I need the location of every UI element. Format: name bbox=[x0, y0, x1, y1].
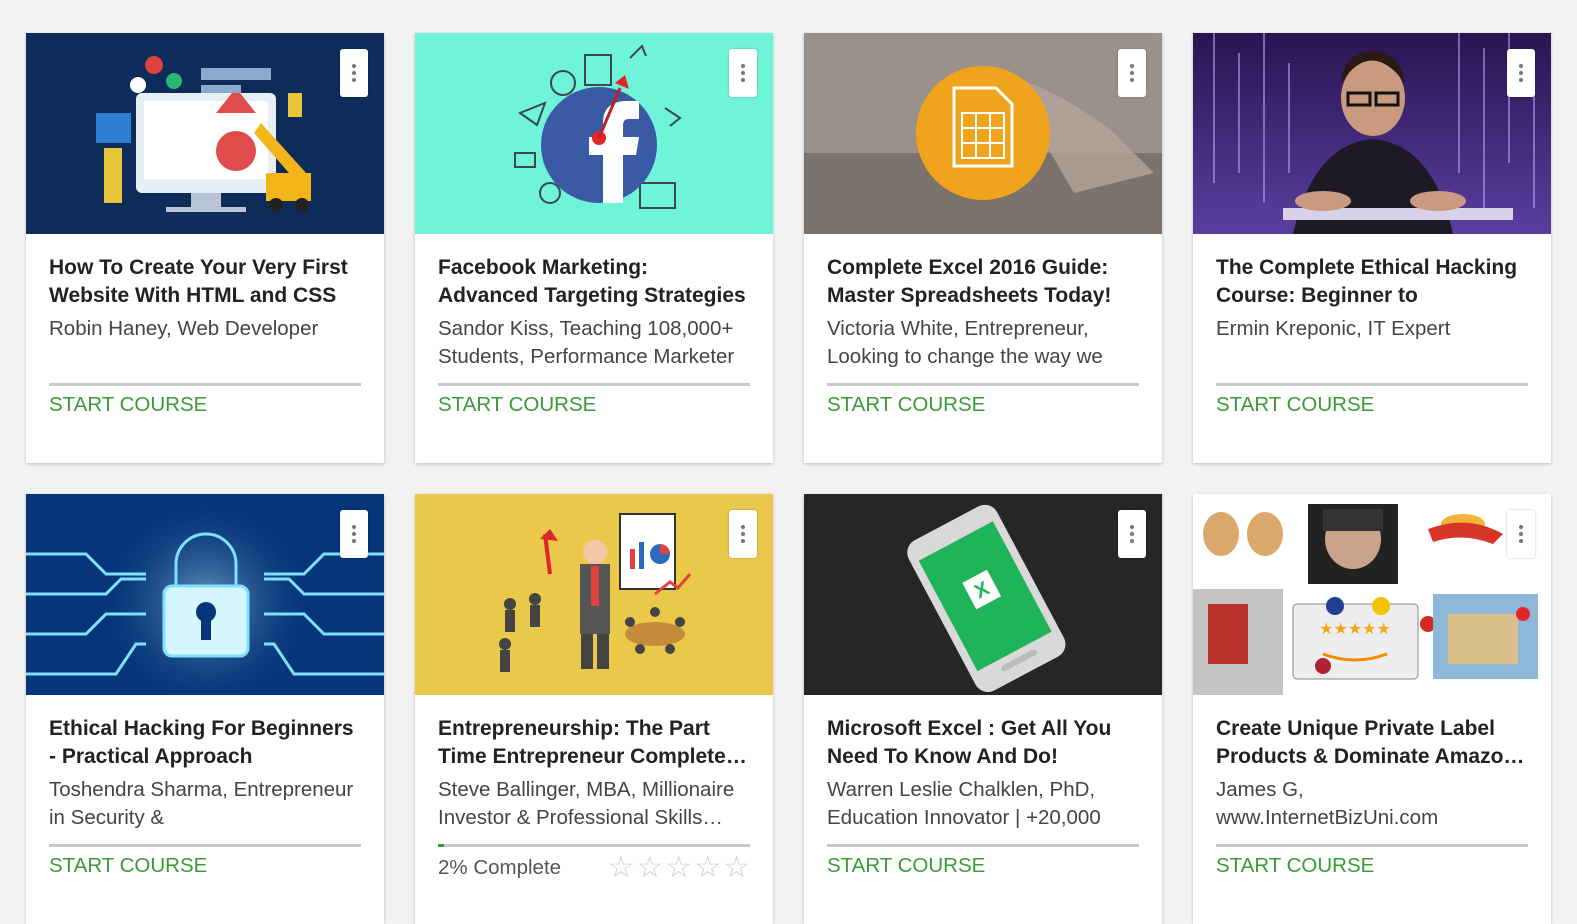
course-thumbnail[interactable] bbox=[415, 494, 773, 695]
course-thumbnail[interactable] bbox=[804, 33, 1162, 234]
progress-percent-label: 2% Complete bbox=[438, 856, 562, 879]
course-thumbnail[interactable] bbox=[1193, 33, 1551, 234]
start-course-link[interactable]: START COURSE bbox=[438, 393, 596, 417]
course-menu-button[interactable] bbox=[1118, 49, 1146, 97]
course-thumbnail[interactable]: X bbox=[804, 494, 1162, 695]
course-author: Robin Haney, Web Developer bbox=[49, 317, 319, 340]
course-title[interactable]: Complete Excel 2016 Guide: Master Spread… bbox=[827, 254, 1139, 310]
start-course-link[interactable]: START COURSE bbox=[49, 393, 207, 417]
start-course-link[interactable]: START COURSE bbox=[827, 854, 985, 878]
progress-fill bbox=[438, 844, 445, 847]
progress-track bbox=[49, 383, 361, 386]
course-grid: How To Create Your Very First Website Wi… bbox=[26, 33, 1551, 924]
course-card[interactable]: How To Create Your Very First Website Wi… bbox=[26, 33, 384, 463]
progress-track bbox=[438, 844, 750, 847]
course-card[interactable]: Complete Excel 2016 Guide: Master Spread… bbox=[804, 33, 1162, 463]
course-author: Steve Ballinger, MBA, Millionaire Invest… bbox=[438, 778, 735, 829]
course-author: James G, www.InternetBizUni.com bbox=[1216, 778, 1439, 829]
progress-track bbox=[49, 844, 361, 847]
progress-track bbox=[827, 383, 1139, 386]
course-card[interactable]: Ethical Hacking For Beginners - Practica… bbox=[26, 494, 384, 924]
svg-text:★★★★★: ★★★★★ bbox=[1319, 619, 1391, 638]
course-menu-button[interactable] bbox=[340, 510, 368, 558]
course-menu-button[interactable] bbox=[729, 49, 757, 97]
course-title[interactable]: How To Create Your Very First Website Wi… bbox=[49, 254, 361, 310]
start-course-link[interactable]: START COURSE bbox=[1216, 854, 1374, 878]
security-lock-illustration bbox=[26, 494, 384, 695]
course-title[interactable]: The Complete Ethical Hacking Course: Beg… bbox=[1216, 254, 1528, 310]
course-title[interactable]: Entrepreneurship: The Part Time Entrepre… bbox=[438, 715, 750, 771]
course-menu-button[interactable] bbox=[729, 510, 757, 558]
progress-track bbox=[827, 844, 1139, 847]
entrepreneurship-illustration bbox=[499, 513, 692, 672]
star-icon[interactable]: ☆ bbox=[607, 853, 634, 883]
course-author: Victoria White, Entrepreneur, Looking to… bbox=[827, 317, 1103, 368]
course-author: Toshendra Sharma, Entrepreneur in Securi… bbox=[49, 778, 354, 829]
course-title[interactable]: Ethical Hacking For Beginners - Practica… bbox=[49, 715, 361, 771]
private-label-products-collage: ★★★★★ bbox=[1193, 494, 1551, 695]
course-card[interactable]: X Microsoft Excel : Get All You Need To … bbox=[804, 494, 1162, 924]
course-author: Warren Leslie Chalklen, PhD, Education I… bbox=[827, 778, 1101, 829]
star-rating[interactable]: ☆ ☆ ☆ ☆ ☆ bbox=[607, 853, 750, 883]
course-author: Ermin Kreponic, IT Expert bbox=[1216, 317, 1451, 340]
course-thumbnail[interactable]: ★★★★★ bbox=[1193, 494, 1551, 695]
excel-guide-illustration bbox=[804, 33, 1162, 234]
star-icon[interactable]: ☆ bbox=[694, 853, 721, 883]
course-title[interactable]: Microsoft Excel : Get All You Need To Kn… bbox=[827, 715, 1139, 771]
facebook-marketing-illustration bbox=[514, 44, 682, 209]
star-icon[interactable]: ☆ bbox=[636, 853, 663, 883]
web-development-illustration bbox=[96, 56, 311, 212]
course-title[interactable]: Create Unique Private Label Products & D… bbox=[1216, 715, 1528, 771]
course-menu-button[interactable] bbox=[1507, 510, 1535, 558]
course-card[interactable]: Entrepreneurship: The Part Time Entrepre… bbox=[415, 494, 773, 924]
course-author: Sandor Kiss, Teaching 108,000+ Students,… bbox=[438, 317, 735, 368]
course-title[interactable]: Facebook Marketing: Advanced Targeting S… bbox=[438, 254, 750, 310]
excel-phone-photo: X bbox=[804, 494, 1162, 695]
course-menu-button[interactable] bbox=[1507, 49, 1535, 97]
progress-track bbox=[1216, 383, 1528, 386]
star-icon[interactable]: ☆ bbox=[665, 853, 692, 883]
star-icon[interactable]: ☆ bbox=[723, 853, 750, 883]
progress-track bbox=[438, 383, 750, 386]
start-course-link[interactable]: START COURSE bbox=[827, 393, 985, 417]
course-thumbnail[interactable] bbox=[26, 33, 384, 234]
course-card[interactable]: The Complete Ethical Hacking Course: Beg… bbox=[1193, 33, 1551, 463]
ethical-hacking-photo bbox=[1193, 33, 1551, 234]
course-thumbnail[interactable] bbox=[415, 33, 773, 234]
course-menu-button[interactable] bbox=[1118, 510, 1146, 558]
course-card[interactable]: Facebook Marketing: Advanced Targeting S… bbox=[415, 33, 773, 463]
start-course-link[interactable]: START COURSE bbox=[49, 854, 207, 878]
course-menu-button[interactable] bbox=[340, 49, 368, 97]
course-thumbnail[interactable] bbox=[26, 494, 384, 695]
start-course-link[interactable]: START COURSE bbox=[1216, 393, 1374, 417]
course-card[interactable]: ★★★★★ Create Unique Private Label Produc… bbox=[1193, 494, 1551, 924]
progress-track bbox=[1216, 844, 1528, 847]
